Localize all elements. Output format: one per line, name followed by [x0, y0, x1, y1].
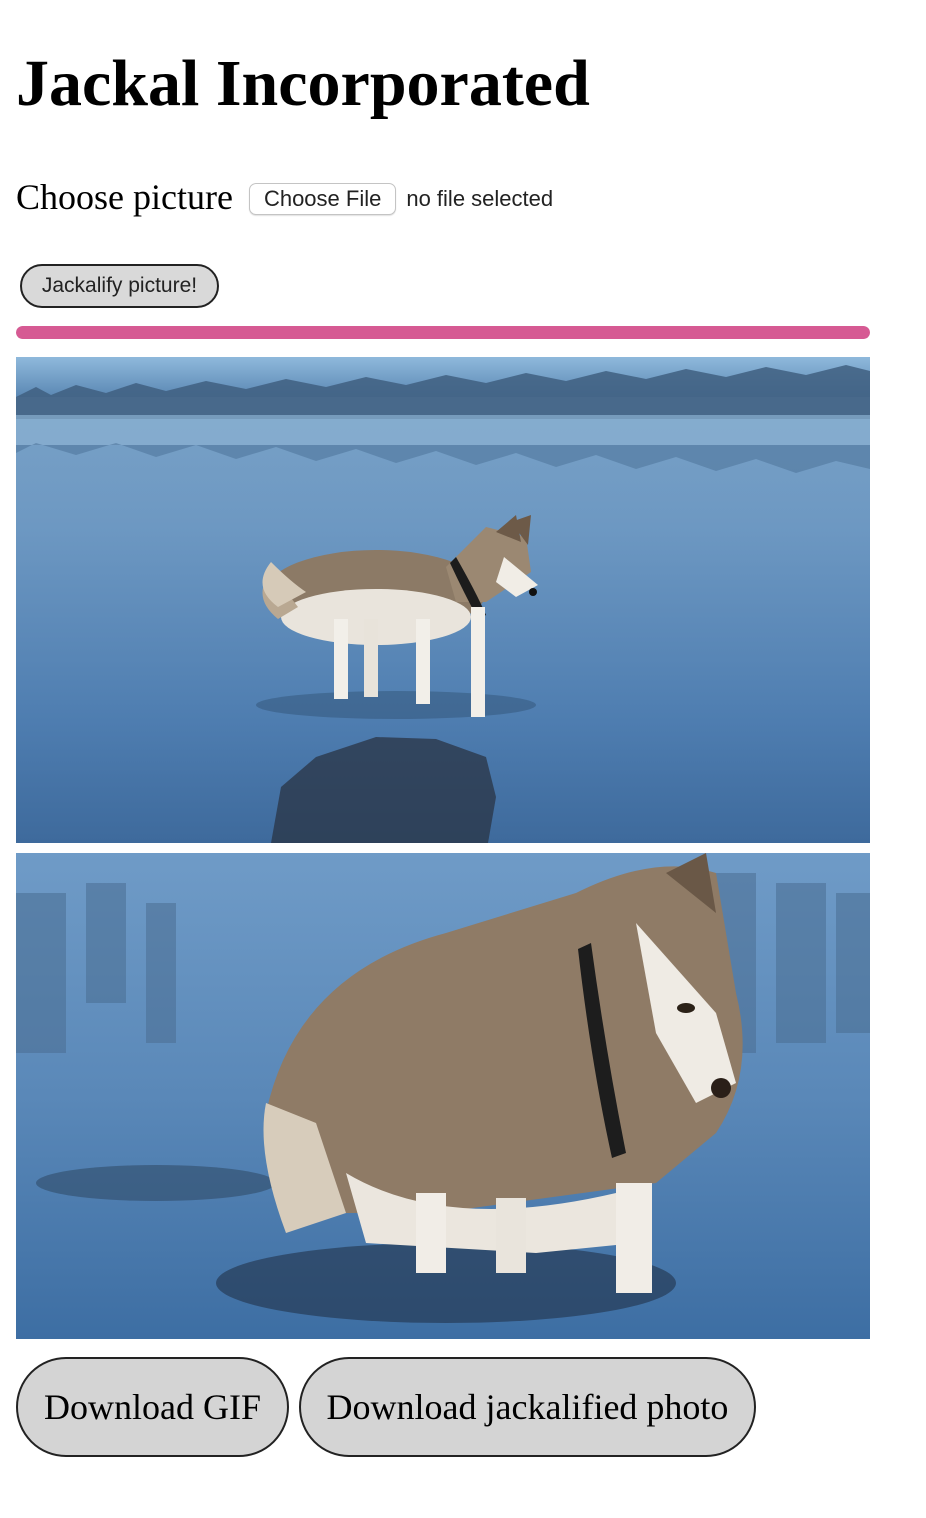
progress-bar [16, 326, 870, 339]
choose-file-button[interactable]: Choose File [248, 183, 397, 215]
download-jackalified-photo-button[interactable]: Download jackalified photo [299, 1357, 756, 1457]
page-title: Jackal Incorporated [16, 47, 590, 120]
download-gif-button[interactable]: Download GIF [16, 1357, 289, 1457]
jackalify-button[interactable]: Jackalify picture! [20, 264, 219, 308]
husky-on-water-icon [16, 357, 870, 843]
file-picker-row: Choose picture Choose File no file selec… [16, 176, 553, 218]
original-photo [16, 357, 870, 843]
file-status-text: no file selected [406, 186, 554, 211]
jackalified-photo [16, 853, 870, 1339]
choose-picture-label: Choose picture [16, 177, 233, 217]
progress-fill [16, 326, 870, 339]
stretched-husky-icon [16, 853, 870, 1339]
